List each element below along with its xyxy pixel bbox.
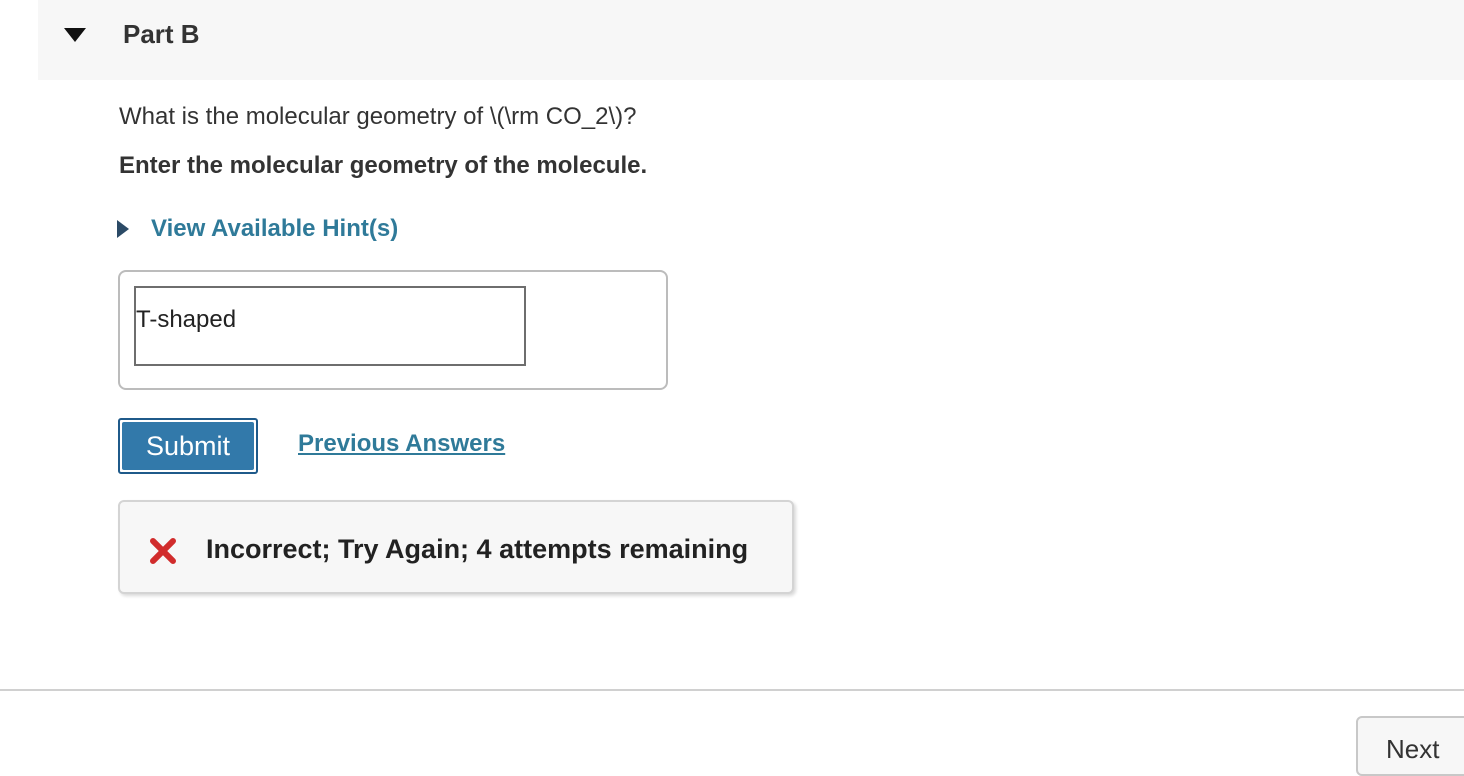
x-mark-icon bbox=[148, 536, 178, 566]
instruction-text: Enter the molecular geometry of the mole… bbox=[119, 152, 648, 179]
feedback-text: Incorrect; Try Again; 4 attempts remaini… bbox=[206, 534, 749, 564]
triangle-down-icon[interactable] bbox=[64, 28, 86, 42]
question-text: What is the molecular geometry of \(\rm … bbox=[119, 103, 637, 130]
feedback-box: Incorrect; Try Again; 4 attempts remaini… bbox=[118, 500, 794, 594]
submit-button[interactable]: Submit bbox=[118, 418, 258, 474]
next-button[interactable]: Next bbox=[1356, 716, 1464, 776]
view-hints-toggle[interactable]: View Available Hint(s) bbox=[117, 212, 398, 246]
previous-answers-link[interactable]: Previous Answers bbox=[298, 428, 505, 460]
view-hints-link[interactable]: View Available Hint(s) bbox=[151, 215, 398, 243]
part-title: Part B bbox=[123, 19, 200, 49]
divider bbox=[0, 689, 1464, 691]
answer-container bbox=[118, 270, 668, 390]
triangle-right-icon bbox=[117, 220, 129, 238]
answer-input[interactable] bbox=[134, 286, 526, 366]
part-header[interactable]: Part B bbox=[38, 0, 1464, 80]
submit-label: Submit bbox=[122, 422, 254, 470]
